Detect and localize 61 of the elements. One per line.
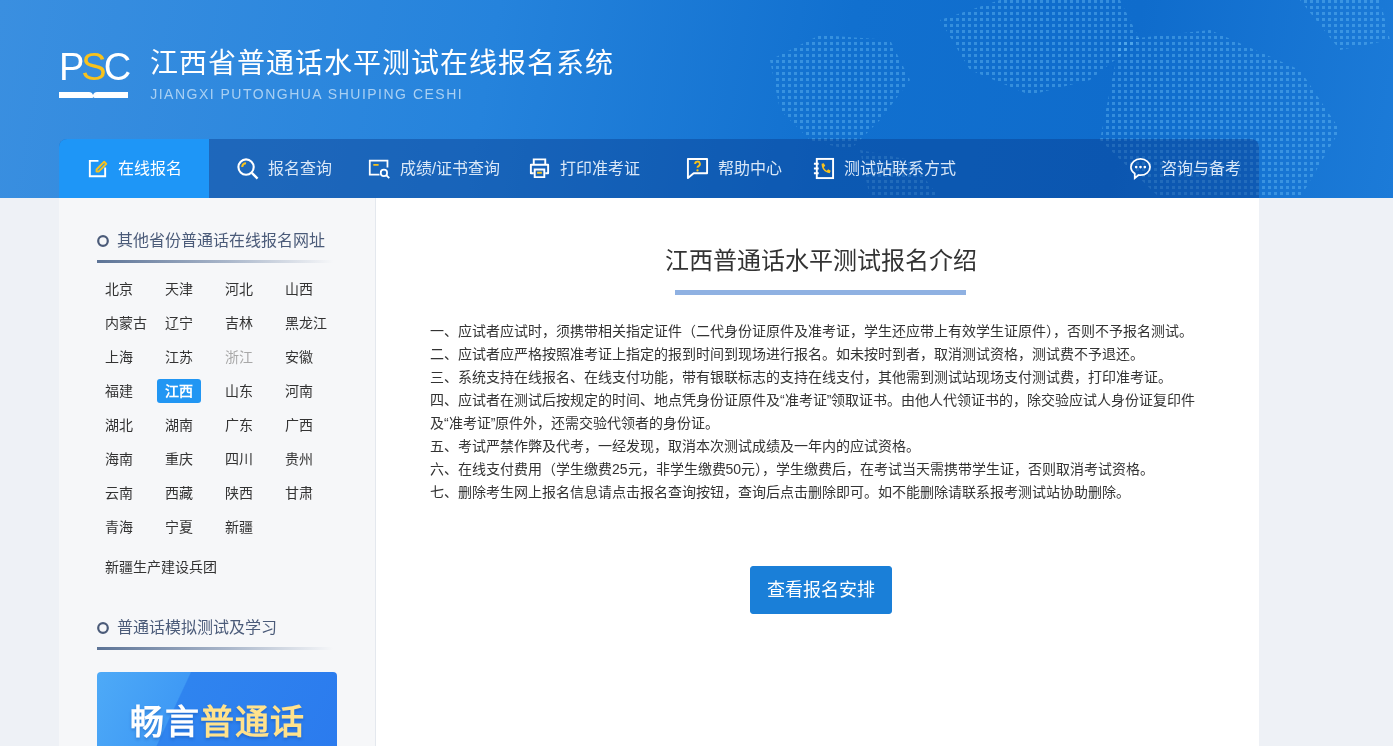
province-link[interactable]: 陕西 <box>217 481 261 505</box>
province-link[interactable]: 广西 <box>277 413 321 437</box>
nav-tab[interactable]: 报名查询 <box>209 139 359 198</box>
province-link[interactable]: 上海 <box>97 345 141 369</box>
province-link[interactable]: 山东 <box>217 379 261 403</box>
rule-text: 三、系统支持在线报名、在线支付功能，带有银联标志的支持在线支付，其他需到测试站现场支付测试费，打印准考证。 <box>430 368 1173 387</box>
rule-text: 一、应试者应试时，须携带相关指定证件（二代身份证原件及准考证，学生还应带上有效学生证原件），否则不予报名测试。 <box>430 322 1194 341</box>
logo-text: PSC <box>59 48 129 86</box>
help-bubble-icon <box>686 157 709 180</box>
province-link[interactable]: 重庆 <box>157 447 201 471</box>
province-link[interactable]: 新疆生产建设兵团 <box>97 555 225 579</box>
nav-tab[interactable]: 帮助中心 <box>659 139 809 198</box>
rule-text: 七、删除考生网上报名信息请点击报名查询按钮，查询后点击删除即可。如不能删除请联系报考测试站协助删除。 <box>430 483 1131 502</box>
edit-icon <box>86 157 109 180</box>
rule-text: 二、应试者应严格按照准考证上指定的报到时间到现场进行报名。如未按时到者，取消测试资格，测试费不予退还。 <box>430 345 1145 364</box>
province-link[interactable]: 甘肃 <box>277 481 321 505</box>
province-link[interactable]: 四川 <box>217 447 261 471</box>
document-search-icon <box>367 157 391 180</box>
province-link[interactable]: 黑龙江 <box>277 311 335 335</box>
ring-icon <box>97 235 109 247</box>
logo-bar-icon <box>59 92 128 98</box>
rule-text: 五、考试严禁作弊及代考，一经发现，取消本次测试成绩及一年内的应试资格。 <box>430 437 921 456</box>
ring-icon <box>97 622 109 634</box>
nav-tab[interactable]: 咨询与备考 <box>1111 139 1259 198</box>
province-link[interactable]: 西藏 <box>157 481 201 505</box>
province-link[interactable]: 广东 <box>217 413 261 437</box>
nav-tab[interactable]: 成绩/证书查询 <box>359 139 509 198</box>
province-link[interactable]: 新疆 <box>217 515 261 539</box>
province-link[interactable]: 福建 <box>97 379 141 403</box>
province-link[interactable]: 天津 <box>157 277 201 301</box>
province-link[interactable]: 海南 <box>97 447 141 471</box>
province-link[interactable]: 湖北 <box>97 413 141 437</box>
nav-tab[interactable]: 打印准考证 <box>509 139 659 198</box>
site-title: 江西省普通话水平测试在线报名系统 <box>150 48 615 80</box>
section-heading: 其他省份普通话在线报名网址 <box>117 231 325 251</box>
page-title: 江西普通话水平测试报名介绍 <box>664 246 977 276</box>
province-link[interactable]: 河北 <box>217 277 261 301</box>
chat-icon <box>1129 157 1152 180</box>
province-link[interactable]: 云南 <box>97 481 141 505</box>
printer-icon <box>528 157 551 180</box>
promo-banner[interactable]: 畅言普通话 <box>97 672 337 746</box>
view-schedule-button[interactable]: 查看报名安排 <box>749 566 892 614</box>
province-link[interactable]: 贵州 <box>277 447 321 471</box>
phone-book-icon <box>812 157 835 180</box>
province-link[interactable]: 北京 <box>97 277 141 301</box>
province-link[interactable]: 宁夏 <box>157 515 201 539</box>
province-link[interactable]: 内蒙古 <box>97 311 155 335</box>
section-heading: 普通话模拟测试及学习 <box>117 618 277 638</box>
province-link[interactable]: 河南 <box>277 379 321 403</box>
province-link[interactable]: 山西 <box>277 277 321 301</box>
search-icon <box>236 157 259 180</box>
province-link[interactable]: 辽宁 <box>157 311 201 335</box>
province-link[interactable]: 安徽 <box>277 345 321 369</box>
province-link[interactable]: 青海 <box>97 515 141 539</box>
province-link[interactable]: 湖南 <box>157 413 201 437</box>
rule-text: 六、在线支付费用（学生缴费25元，非学生缴费50元），学生缴费后，在考试当天需携带学生证，否则取消考试资格。 <box>430 460 1156 479</box>
province-link[interactable]: 江苏 <box>157 345 201 369</box>
province-link[interactable]: 吉林 <box>217 311 261 335</box>
site-subtitle: JIANGXI PUTONGHUA SHUIPING CESHI <box>150 85 464 103</box>
rule-text: 四、应试者在测试后按规定的时间、地点凭身份证原件及“准考证”领取证书。由他人代领证书的，除交验应试人身份证复印件及“准考证”原件外，还需交验代领者的身份证。 <box>430 391 1196 433</box>
nav-tab[interactable]: 测试站联系方式 <box>809 139 959 198</box>
